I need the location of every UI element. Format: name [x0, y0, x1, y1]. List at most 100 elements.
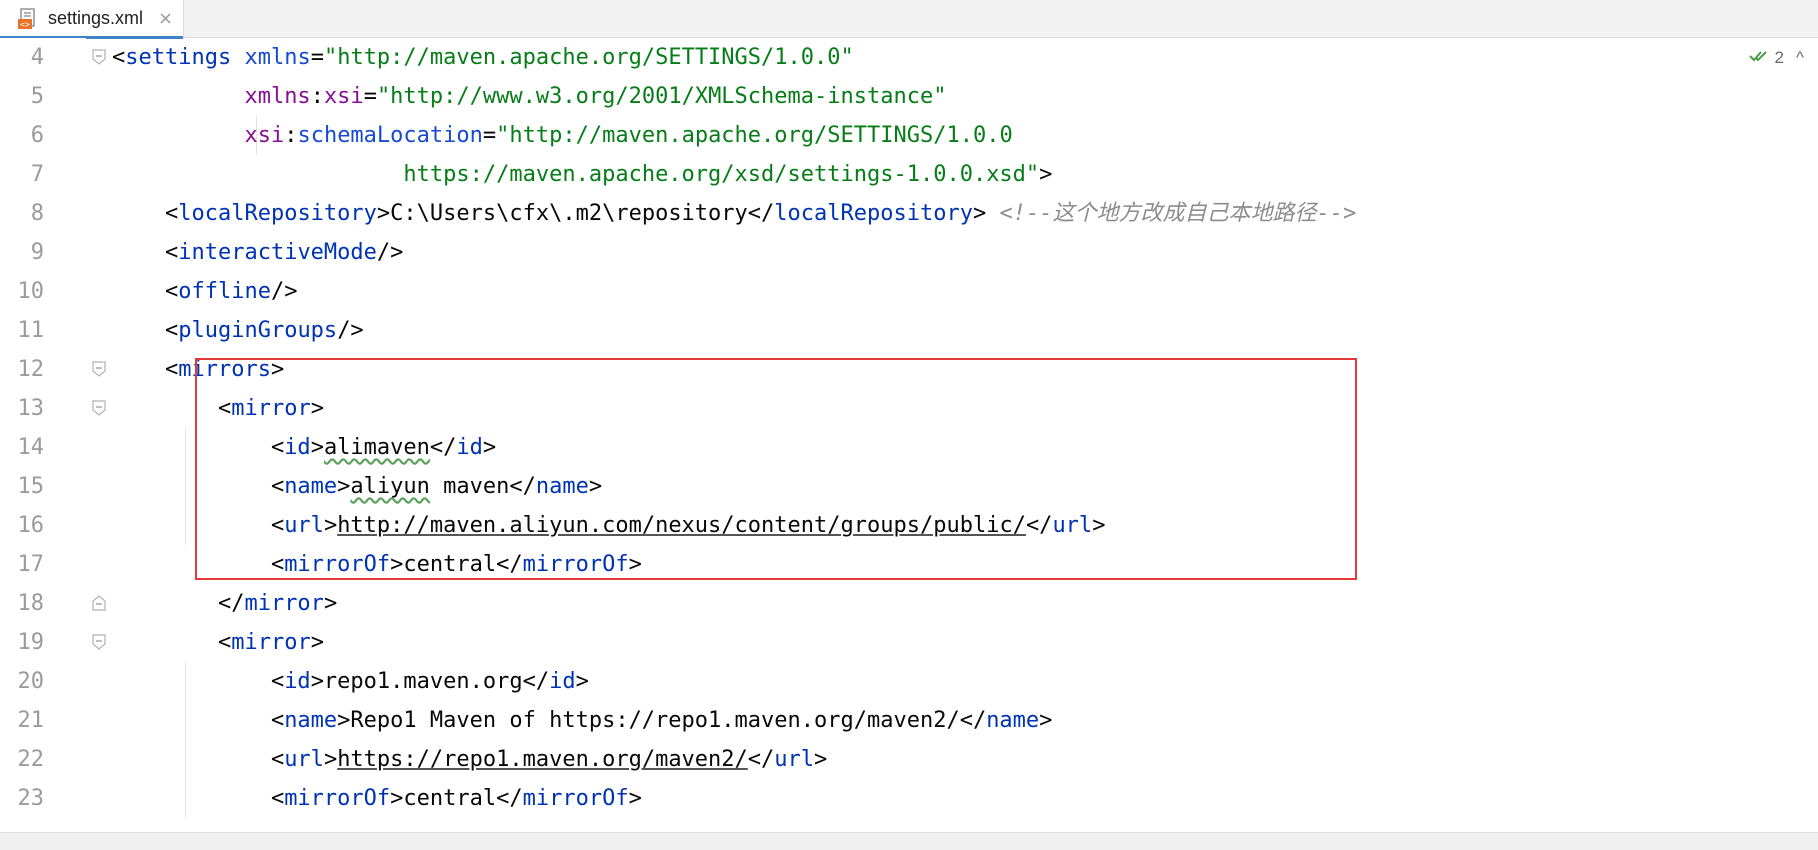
line-number: 10: [17, 279, 45, 304]
line-number: 15: [17, 474, 45, 499]
inspection-widget[interactable]: 2 ^: [1748, 48, 1804, 68]
line-number: 18: [17, 591, 45, 616]
code-token: <: [112, 201, 179, 226]
code-token: interactiveMode: [178, 240, 377, 265]
code-line[interactable]: <localRepository>C:\Users\cfx\.m2\reposi…: [112, 194, 1356, 233]
code-token: "http://www.w3.org/2001/XMLSchema-instan…: [376, 84, 947, 109]
line-number: 7: [30, 162, 44, 187]
code-line[interactable]: https://maven.apache.org/xsd/settings-1.…: [112, 155, 1052, 194]
code-token: >repo1.maven.org</: [310, 669, 550, 694]
code-token: id: [284, 669, 311, 694]
code-line[interactable]: <mirrorOf>central</mirrorOf>: [112, 779, 642, 818]
line-number: 19: [17, 630, 45, 655]
code-token: />: [376, 240, 404, 265]
code-token: name: [986, 708, 1040, 733]
code-token: xsi: [323, 84, 364, 109]
code-line[interactable]: <offline/>: [112, 272, 297, 311]
line-number: 23: [17, 786, 45, 811]
code-token: xmlns: [244, 84, 311, 109]
fold-open-icon[interactable]: [92, 400, 106, 416]
line-number: 13: [17, 396, 45, 421]
fold-close-icon[interactable]: [92, 595, 106, 611]
code-line[interactable]: <settings xmlns="http://maven.apache.org…: [112, 38, 854, 77]
code-token: mirrorOf: [284, 786, 391, 811]
svg-text:<>: <>: [20, 20, 30, 29]
code-line[interactable]: </mirror>: [112, 584, 337, 623]
code-token: <: [112, 357, 179, 382]
fold-open-icon[interactable]: [92, 361, 106, 377]
code-token: https://maven.apache.org/xsd/settings-1.…: [403, 162, 1040, 187]
code-token: name: [284, 708, 338, 733]
code-line[interactable]: <mirror>: [112, 623, 324, 662]
code-token: >: [323, 747, 338, 772]
code-token: localRepository: [178, 201, 377, 226]
line-number: 22: [17, 747, 45, 772]
line-number: 17: [17, 552, 45, 577]
fold-gutter: [86, 38, 112, 832]
code-token: />: [270, 279, 298, 304]
code-token: schemaLocation: [297, 123, 483, 148]
inspection-count: 2: [1774, 48, 1785, 67]
code-token: >: [1039, 708, 1053, 733]
code-line[interactable]: <id>repo1.maven.org</id>: [112, 662, 589, 701]
line-number: 4: [30, 45, 44, 70]
code-token: >Repo1 Maven of https://repo1.maven.org/…: [337, 708, 987, 733]
code-line[interactable]: <name>Repo1 Maven of https://repo1.maven…: [112, 701, 1052, 740]
code-token: https://repo1.maven.org/maven2/: [337, 747, 748, 772]
code-token: settings: [125, 45, 232, 70]
code-token: <: [112, 279, 179, 304]
line-number: 16: [17, 513, 45, 538]
tab-filename: settings.xml: [48, 8, 144, 28]
code-token: <: [112, 669, 285, 694]
code-line[interactable]: xsi:schemaLocation="http://maven.apache.…: [112, 116, 1013, 155]
line-number-gutter: 4 5 6 7 8 9 10 11 12 13 14 15 16 17 18 19 20 21 22 23: [0, 38, 86, 832]
code-token: xsi: [244, 123, 285, 148]
code-line[interactable]: <pluginGroups/>: [112, 311, 364, 350]
code-token: mirror: [244, 591, 324, 616]
code-token: :: [284, 123, 298, 148]
fold-open-icon[interactable]: [92, 634, 106, 650]
code-token: "http://maven.apache.org/SETTINGS/1.0.0: [496, 123, 1013, 148]
code-token: "http://maven.apache.org/SETTINGS/1.0.0": [323, 45, 854, 70]
code-token: <: [112, 240, 179, 265]
check-double-icon: [1748, 48, 1769, 68]
code-token: <: [112, 786, 285, 811]
code-line[interactable]: <interactiveMode/>: [112, 233, 403, 272]
line-number: 9: [30, 240, 44, 265]
chevron-up-icon[interactable]: ^: [1796, 48, 1804, 68]
code-token: =: [310, 45, 324, 70]
code-token: <: [112, 318, 179, 343]
code-token: =: [363, 84, 377, 109]
code-token: >: [1039, 162, 1053, 187]
fold-open-icon[interactable]: [92, 49, 106, 65]
code-token: >: [323, 591, 338, 616]
code-token: <: [112, 708, 285, 733]
line-number: 21: [17, 708, 45, 733]
code-token: mirrorOf: [522, 786, 629, 811]
code-token: xmlns: [244, 45, 311, 70]
code-token: :: [310, 84, 324, 109]
code-token: />: [337, 318, 364, 343]
code-token: </: [112, 591, 245, 616]
code-line[interactable]: <url>https://repo1.maven.org/maven2/</ur…: [112, 740, 827, 779]
code-token: =: [482, 123, 497, 148]
close-icon[interactable]: ×: [158, 8, 173, 29]
code-token: >: [972, 201, 1000, 226]
code-token: <: [112, 747, 285, 772]
code-token: id: [549, 669, 576, 694]
line-number: 6: [30, 123, 44, 148]
line-number: 20: [17, 669, 45, 694]
code-token: >: [310, 630, 324, 655]
code-token: <: [112, 630, 232, 655]
tab-settings-xml[interactable]: <> settings.xml ×: [0, 0, 184, 39]
code-line[interactable]: xmlns:xsi="http://www.w3.org/2001/XMLSch…: [112, 77, 946, 116]
editor-tab-bar: <> settings.xml ×: [0, 0, 1818, 39]
code-token: mirror: [231, 630, 311, 655]
code-token: localRepository: [774, 201, 973, 226]
code-token: >: [575, 669, 589, 694]
horizontal-scrollbar[interactable]: [0, 832, 1818, 850]
